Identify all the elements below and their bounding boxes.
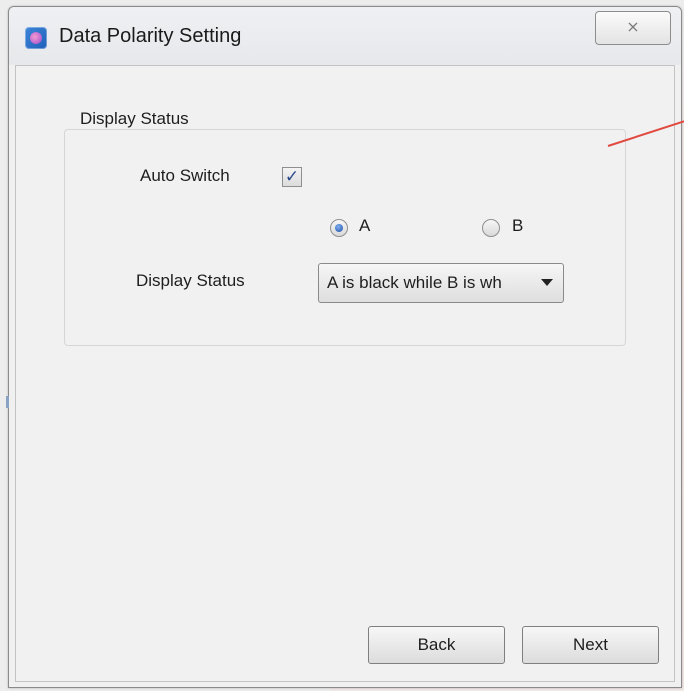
back-button[interactable]: Back xyxy=(368,626,505,664)
display-status-select[interactable]: A is black while B is wh xyxy=(318,263,564,303)
app-icon xyxy=(25,27,47,49)
title-bar: Data Polarity Setting ⨯ xyxy=(9,7,681,65)
window-edge-mark xyxy=(6,396,9,408)
radio-a[interactable] xyxy=(330,219,348,237)
chevron-down-icon xyxy=(541,279,553,286)
dialog-window: Data Polarity Setting ⨯ Display Status A… xyxy=(8,6,682,688)
checkmark-icon: ✓ xyxy=(284,167,300,186)
dialog-body: Display Status Auto Switch ✓ A B Display… xyxy=(15,65,675,682)
auto-switch-checkbox[interactable]: ✓ xyxy=(282,167,302,187)
radio-a-label[interactable]: A xyxy=(359,216,370,236)
next-button[interactable]: Next xyxy=(522,626,659,664)
group-legend: Display Status xyxy=(76,109,193,129)
auto-switch-label: Auto Switch xyxy=(140,166,230,185)
display-status-label: Display Status xyxy=(136,271,245,290)
dialog-title: Data Polarity Setting xyxy=(59,25,242,47)
close-icon: ⨯ xyxy=(626,19,640,36)
close-button[interactable]: ⨯ xyxy=(595,11,671,45)
display-status-group xyxy=(64,129,626,346)
radio-b[interactable] xyxy=(482,219,500,237)
display-status-value: A is black while B is wh xyxy=(327,273,502,292)
radio-b-label[interactable]: B xyxy=(512,216,523,236)
